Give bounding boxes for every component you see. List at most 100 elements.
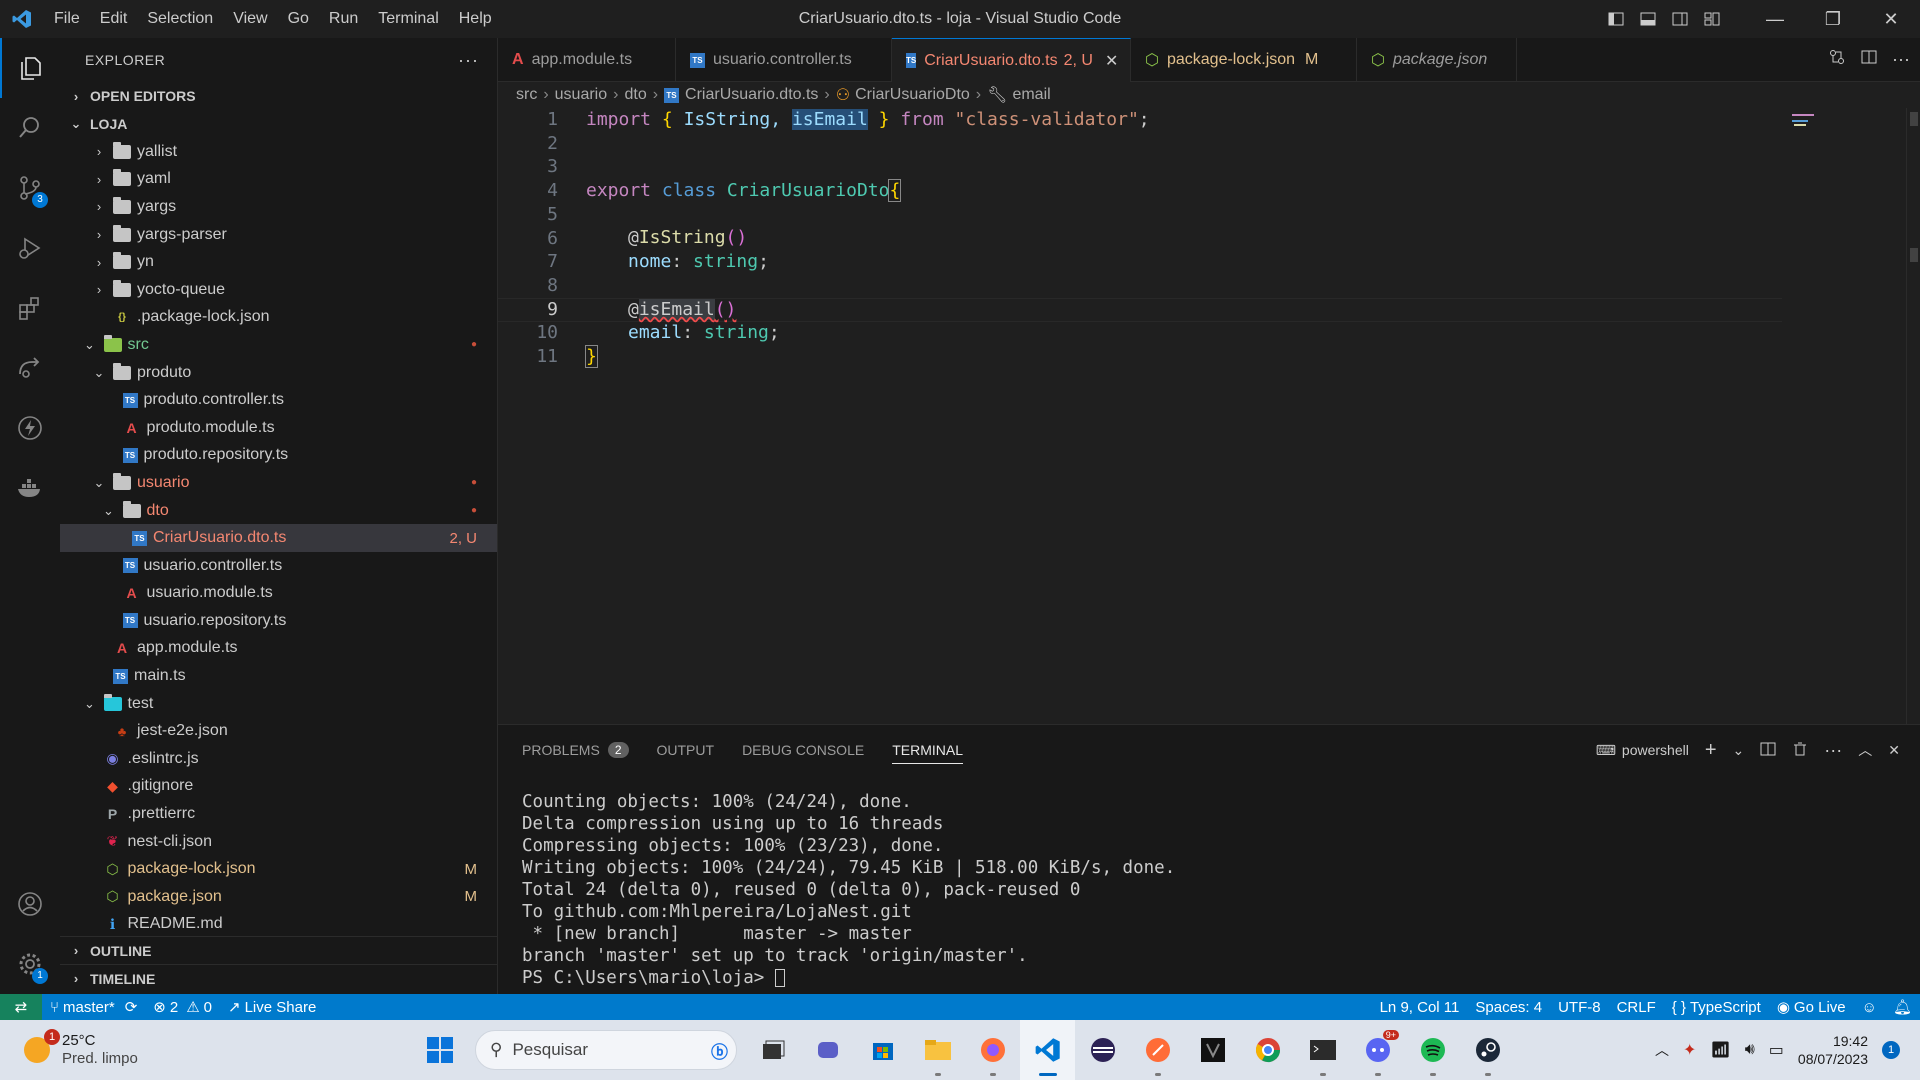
menu-selection[interactable]: Selection [137, 10, 223, 28]
tree-item[interactable]: {} .package-lock.json [60, 304, 497, 332]
menu-edit[interactable]: Edit [90, 10, 138, 28]
notifications-bell-icon[interactable]: 🔔︎ [1885, 998, 1920, 1016]
menu-file[interactable]: File [44, 10, 90, 28]
encoding[interactable]: UTF-8 [1550, 999, 1609, 1016]
tree-item[interactable]: TS produto.repository.ts [60, 442, 497, 470]
settings-gear-icon[interactable]: 1 [0, 934, 60, 994]
postman-icon[interactable] [1130, 1020, 1185, 1080]
docker-icon[interactable] [0, 458, 60, 518]
chrome-icon[interactable] [1240, 1020, 1295, 1080]
tree-item[interactable]: ⬡ package.json M [60, 883, 497, 911]
tree-item[interactable]: TS main.ts [60, 662, 497, 690]
chevron-down-icon[interactable]: ⌄ [1733, 742, 1745, 759]
terminal-output[interactable]: Counting objects: 100% (24/24), done. Del… [498, 775, 1920, 989]
maximize-panel-icon[interactable]: ︿ [1858, 740, 1872, 760]
terminal-app-icon[interactable] [1295, 1020, 1350, 1080]
git-branch[interactable]: ⑂ master* ⟳ [42, 998, 145, 1017]
tree-item[interactable]: ⌄ produto [60, 359, 497, 387]
run-debug-icon[interactable] [0, 218, 60, 278]
more-actions-icon[interactable]: ··· [1824, 740, 1842, 761]
tree-item[interactable]: TS usuario.repository.ts [60, 607, 497, 635]
tree-item[interactable]: TS usuario.controller.ts [60, 552, 497, 580]
steam-icon[interactable] [1460, 1020, 1515, 1080]
remote-indicator-icon[interactable]: ⇄ [0, 994, 42, 1020]
tree-item[interactable]: ⌄ src ● [60, 331, 497, 359]
tree-item[interactable]: ◉ .eslintrc.js [60, 745, 497, 773]
notification-count[interactable]: 1 [1882, 1041, 1900, 1059]
dropbox-icon[interactable]: ✦ [1683, 1040, 1696, 1060]
vscode-taskbar-icon[interactable] [1020, 1020, 1075, 1080]
tab-package-lock[interactable]: ⬡ package-lock.json M [1131, 38, 1357, 82]
tree-item[interactable]: ⌄ dto ● [60, 497, 497, 525]
tree-item[interactable]: ⌄ test [60, 690, 497, 718]
terminal-shell-selector[interactable]: ⌨︎ powershell [1596, 742, 1689, 759]
tree-item[interactable]: ⬡ package-lock.json M [60, 855, 497, 883]
clock[interactable]: 19:42 08/07/2023 [1798, 1032, 1868, 1068]
predator-sense-icon[interactable] [1185, 1020, 1240, 1080]
menu-help[interactable]: Help [449, 10, 502, 28]
tree-item[interactable]: Aapp.module.ts [60, 635, 497, 663]
tab-problems[interactable]: PROBLEMS 2 [522, 725, 629, 775]
tree-item[interactable]: › yallist [60, 138, 497, 166]
remote-explorer-icon[interactable] [0, 338, 60, 398]
minimap[interactable] [1788, 110, 1906, 140]
tree-item[interactable]: ♣ jest-e2e.json [60, 717, 497, 745]
indentation[interactable]: Spaces: 4 [1467, 999, 1550, 1016]
editor-scrollbar[interactable] [1906, 108, 1920, 724]
open-changes-icon[interactable] [1828, 48, 1846, 71]
tab-terminal[interactable]: TERMINAL [892, 736, 963, 764]
outline-section[interactable]: › OUTLINE [60, 936, 497, 964]
file-explorer-icon[interactable] [910, 1020, 965, 1080]
restore-button[interactable]: ❐ [1804, 0, 1862, 38]
split-editor-icon[interactable] [1860, 48, 1878, 71]
cursor-position[interactable]: Ln 9, Col 11 [1372, 999, 1468, 1016]
toggle-primary-sidebar-icon[interactable] [1600, 0, 1632, 38]
go-live-button[interactable]: ◉ Go Live [1769, 998, 1854, 1017]
breadcrumb-item[interactable]: src [516, 86, 537, 104]
tab-output[interactable]: OUTPUT [657, 725, 715, 775]
menu-run[interactable]: Run [319, 10, 368, 28]
source-control-icon[interactable]: 3 [0, 158, 60, 218]
tree-item[interactable]: › yargs-parser [60, 221, 497, 249]
live-share-button[interactable]: ↗ Live Share [220, 998, 324, 1017]
menu-view[interactable]: View [223, 10, 277, 28]
tree-item[interactable]: › yn [60, 248, 497, 276]
tree-item[interactable]: TS CriarUsuario.dto.ts 2, U [60, 524, 497, 552]
tab-usuario-controller[interactable]: TS usuario.controller.ts [676, 38, 892, 82]
end-of-line[interactable]: CRLF [1609, 999, 1664, 1016]
tab-criar-usuario-dto[interactable]: TS CriarUsuario.dto.ts 2, U ✕ [892, 38, 1131, 82]
search-icon[interactable] [0, 98, 60, 158]
tree-item[interactable]: ⌄ usuario ● [60, 469, 497, 497]
tree-item[interactable]: › yargs [60, 193, 497, 221]
tree-item[interactable]: › yocto-queue [60, 276, 497, 304]
code-editor[interactable]: 1 2 3 4 5 6 7 8 9 10 11 import { IsString, isEmail… [498, 108, 1920, 724]
tree-item[interactable]: ❦ nest-cli.json [60, 828, 497, 856]
tree-item[interactable]: ℹ README.md [60, 911, 497, 939]
tab-app-module[interactable]: A app.module.ts [498, 38, 676, 82]
spotify-icon[interactable] [1405, 1020, 1460, 1080]
teams-chat-icon[interactable] [800, 1020, 855, 1080]
more-actions-icon[interactable]: ··· [1892, 49, 1910, 70]
breadcrumb-item[interactable]: dto [624, 86, 646, 104]
tree-item[interactable]: ◆ .gitignore [60, 773, 497, 801]
customize-layout-icon[interactable] [1696, 0, 1728, 38]
tab-package-json[interactable]: ⬡ package.json [1357, 38, 1517, 82]
extensions-icon[interactable] [0, 278, 60, 338]
trash-icon[interactable] [1792, 741, 1808, 760]
tree-item[interactable]: TS produto.controller.ts [60, 386, 497, 414]
split-terminal-icon[interactable] [1760, 741, 1776, 760]
menu-terminal[interactable]: Terminal [368, 10, 448, 28]
problems-indicator[interactable]: ⊗ 2 ⚠ 0 [145, 998, 220, 1017]
toggle-panel-icon[interactable] [1632, 0, 1664, 38]
terminal-prompt[interactable]: PS C:\Users\mario\loja> [522, 967, 1920, 989]
wifi-icon[interactable]: 📶︎ [1710, 1040, 1730, 1060]
tree-item[interactable]: Ausuario.module.ts [60, 580, 497, 608]
task-view-icon[interactable] [745, 1020, 800, 1080]
discord-icon[interactable]: 9+ [1350, 1020, 1405, 1080]
accounts-icon[interactable] [0, 874, 60, 934]
tree-item[interactable]: Aproduto.module.ts [60, 414, 497, 442]
language-mode[interactable]: { } TypeScript [1664, 999, 1769, 1016]
open-editors-section[interactable]: › OPEN EDITORS [60, 82, 497, 110]
chevron-up-icon[interactable]: ︿ [1655, 1040, 1669, 1060]
workspace-root-section[interactable]: ⌄ LOJA [60, 110, 497, 138]
